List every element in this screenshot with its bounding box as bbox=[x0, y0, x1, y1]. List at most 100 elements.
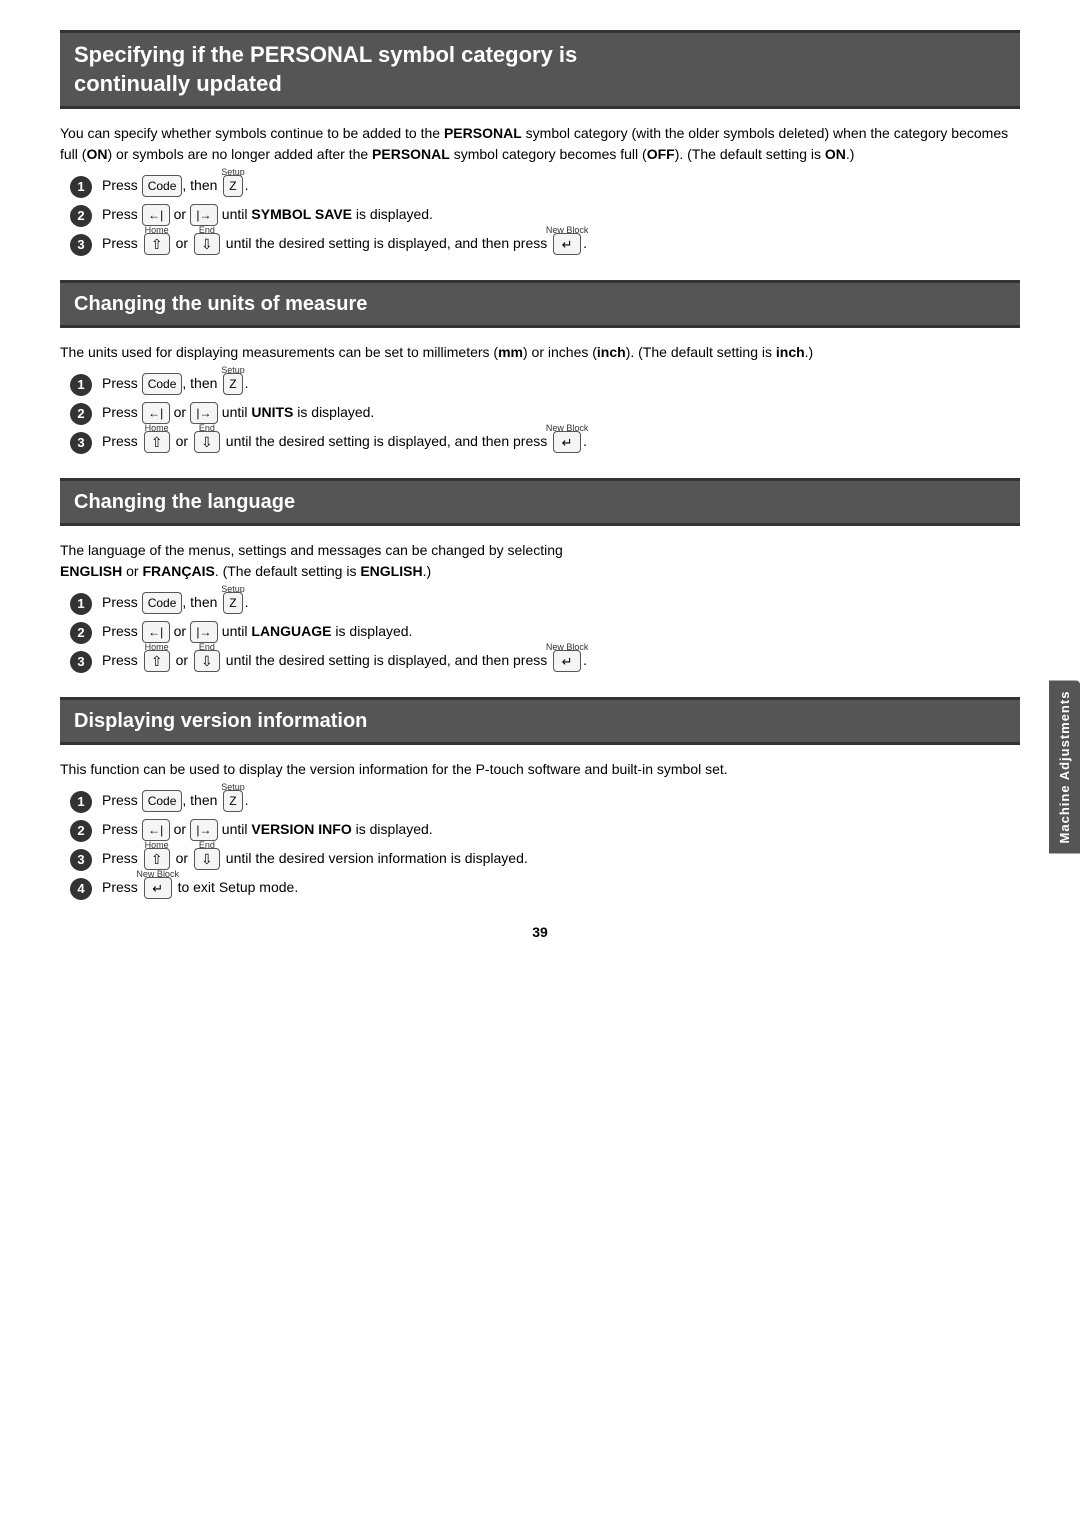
steps-version: 1 Press Code, then Setup Z . 2 Press ←| … bbox=[70, 790, 1020, 900]
up-arrow-ver: ⇧ bbox=[144, 848, 170, 870]
step-num-4: 4 bbox=[70, 878, 92, 900]
end-down-wrap-lang: End ⇩ bbox=[194, 650, 220, 672]
section-title-units: Changing the units of measure bbox=[74, 291, 1006, 317]
step-num-2: 2 bbox=[70, 820, 92, 842]
section-version: Displaying version information This func… bbox=[60, 697, 1020, 900]
step-content-1-personal: Press Code, then Setup Z . bbox=[102, 175, 1020, 197]
steps-language: 1 Press Code, then Setup Z . 2 Press ←| … bbox=[70, 592, 1020, 673]
section-intro-units: The units used for displaying measuremen… bbox=[60, 342, 1020, 363]
section-intro-version: This function can be used to display the… bbox=[60, 759, 1020, 780]
section-header-personal-symbol: Specifying if the PERSONAL symbol catego… bbox=[60, 30, 1020, 109]
step-num-2: 2 bbox=[70, 622, 92, 644]
step-content-3-units: Press Home ⇧ or End ⇩ until the desired … bbox=[102, 431, 1020, 453]
left-nav-key: ←| bbox=[142, 204, 170, 226]
step-1-version: 1 Press Code, then Setup Z . bbox=[70, 790, 1020, 813]
step-content-1-version: Press Code, then Setup Z . bbox=[102, 790, 1020, 812]
side-tab: Machine Adjustments bbox=[1049, 681, 1080, 854]
section-personal-symbol: Specifying if the PERSONAL symbol catego… bbox=[60, 30, 1020, 256]
side-tab-container: Machine Adjustments bbox=[1049, 681, 1080, 854]
section-title-language: Changing the language bbox=[74, 489, 1006, 515]
step-1-units: 1 Press Code, then Setup Z . bbox=[70, 373, 1020, 396]
home-up-wrap-units: Home ⇧ bbox=[144, 431, 170, 453]
section-title-personal-symbol: Specifying if the PERSONAL symbol catego… bbox=[74, 41, 1006, 98]
step-num-1: 1 bbox=[70, 176, 92, 198]
step-content-1-language: Press Code, then Setup Z . bbox=[102, 592, 1020, 614]
right-nav-key-ver: |→ bbox=[190, 819, 218, 841]
enter-key-ver: ↵ bbox=[144, 877, 172, 899]
step-content-3-personal: Press Home ⇧ or End ⇩ until the desired … bbox=[102, 233, 1020, 255]
up-arrow-lang: ⇧ bbox=[144, 650, 170, 672]
step-content-2-units: Press ←| or |→ until UNITS is displayed. bbox=[102, 402, 1020, 424]
enter-wrap-units: New Block ↵ bbox=[553, 431, 581, 453]
down-arrow-units: ⇩ bbox=[194, 431, 220, 453]
step-num-1: 1 bbox=[70, 791, 92, 813]
step-num-3: 3 bbox=[70, 651, 92, 673]
enter-key: ↵ bbox=[553, 233, 581, 255]
section-header-units: Changing the units of measure bbox=[60, 280, 1020, 328]
step-num-3: 3 bbox=[70, 234, 92, 256]
right-nav-key-lang: |→ bbox=[190, 621, 218, 643]
step-num-3: 3 bbox=[70, 849, 92, 871]
z-key: Z bbox=[223, 175, 242, 197]
setup-z-wrap-lang: Setup Z bbox=[223, 592, 242, 614]
down-arrow-key: ⇩ bbox=[194, 233, 220, 255]
step-content-2-version: Press ←| or |→ until VERSION INFO is dis… bbox=[102, 819, 1020, 841]
step-3-version: 3 Press Home ⇧ or End ⇩ until the desire… bbox=[70, 848, 1020, 871]
enter-key-units: ↵ bbox=[553, 431, 581, 453]
step-3-personal: 3 Press Home ⇧ or End ⇩ until the desire… bbox=[70, 233, 1020, 256]
enter-key-wrap: New Block ↵ bbox=[553, 233, 581, 255]
down-arrow-lang: ⇩ bbox=[194, 650, 220, 672]
step-content-3-language: Press Home ⇧ or End ⇩ until the desired … bbox=[102, 650, 1020, 672]
section-title-version: Displaying version information bbox=[74, 708, 1006, 734]
right-nav-key-units: |→ bbox=[190, 402, 218, 424]
right-nav-key: |→ bbox=[190, 204, 218, 226]
home-up-wrap-ver: Home ⇧ bbox=[144, 848, 170, 870]
step-num-2: 2 bbox=[70, 205, 92, 227]
code-key-lang: Code bbox=[142, 592, 183, 614]
step-num-3: 3 bbox=[70, 432, 92, 454]
end-down-wrap-units: End ⇩ bbox=[194, 431, 220, 453]
enter-wrap-lang: New Block ↵ bbox=[553, 650, 581, 672]
section-intro-personal-symbol: You can specify whether symbols continue… bbox=[60, 123, 1020, 165]
enter-key-lang: ↵ bbox=[553, 650, 581, 672]
step-1-language: 1 Press Code, then Setup Z . bbox=[70, 592, 1020, 615]
left-nav-key-lang: ←| bbox=[142, 621, 170, 643]
step-num-1: 1 bbox=[70, 374, 92, 396]
step-4-version: 4 Press New Block ↵ to exit Setup mode. bbox=[70, 877, 1020, 900]
end-down-wrap-ver: End ⇩ bbox=[194, 848, 220, 870]
step-3-language: 3 Press Home ⇧ or End ⇩ until the desire… bbox=[70, 650, 1020, 673]
step-num-2: 2 bbox=[70, 403, 92, 425]
home-up-key-wrap: Home ⇧ bbox=[144, 233, 170, 255]
left-nav-key-ver: ←| bbox=[142, 819, 170, 841]
page-number: 39 bbox=[60, 924, 1020, 940]
z-key-ver: Z bbox=[223, 790, 242, 812]
steps-units: 1 Press Code, then Setup Z . 2 Press ←| … bbox=[70, 373, 1020, 454]
home-up-wrap-lang: Home ⇧ bbox=[144, 650, 170, 672]
section-units: Changing the units of measure The units … bbox=[60, 280, 1020, 454]
down-arrow-ver: ⇩ bbox=[194, 848, 220, 870]
left-nav-key-units: ←| bbox=[142, 402, 170, 424]
step-num-1: 1 bbox=[70, 593, 92, 615]
step-content-2-language: Press ←| or |→ until LANGUAGE is display… bbox=[102, 621, 1020, 643]
up-arrow-key: ⇧ bbox=[144, 233, 170, 255]
section-header-language: Changing the language bbox=[60, 478, 1020, 526]
code-key-units: Code bbox=[142, 373, 183, 395]
end-down-key-wrap: End ⇩ bbox=[194, 233, 220, 255]
section-language: Changing the language The language of th… bbox=[60, 478, 1020, 673]
step-content-2-personal: Press ←| or |→ until SYMBOL SAVE is disp… bbox=[102, 204, 1020, 226]
enter-wrap-ver: New Block ↵ bbox=[144, 877, 172, 899]
setup-z-wrap-units: Setup Z bbox=[223, 373, 242, 395]
z-key-units: Z bbox=[223, 373, 242, 395]
code-key: Code bbox=[142, 175, 183, 197]
section-intro-language: The language of the menus, settings and … bbox=[60, 540, 1020, 582]
step-1-personal: 1 Press Code, then Setup Z . bbox=[70, 175, 1020, 198]
steps-personal-symbol: 1 Press Code, then Setup Z . 2 Press ←| … bbox=[70, 175, 1020, 256]
step-content-1-units: Press Code, then Setup Z . bbox=[102, 373, 1020, 395]
setup-z-key-wrap: Setup Z bbox=[223, 175, 242, 197]
z-key-lang: Z bbox=[223, 592, 242, 614]
up-arrow-units: ⇧ bbox=[144, 431, 170, 453]
step-3-units: 3 Press Home ⇧ or End ⇩ until the desire… bbox=[70, 431, 1020, 454]
section-header-version: Displaying version information bbox=[60, 697, 1020, 745]
step-content-4-version: Press New Block ↵ to exit Setup mode. bbox=[102, 877, 1020, 899]
setup-z-wrap-ver: Setup Z bbox=[223, 790, 242, 812]
